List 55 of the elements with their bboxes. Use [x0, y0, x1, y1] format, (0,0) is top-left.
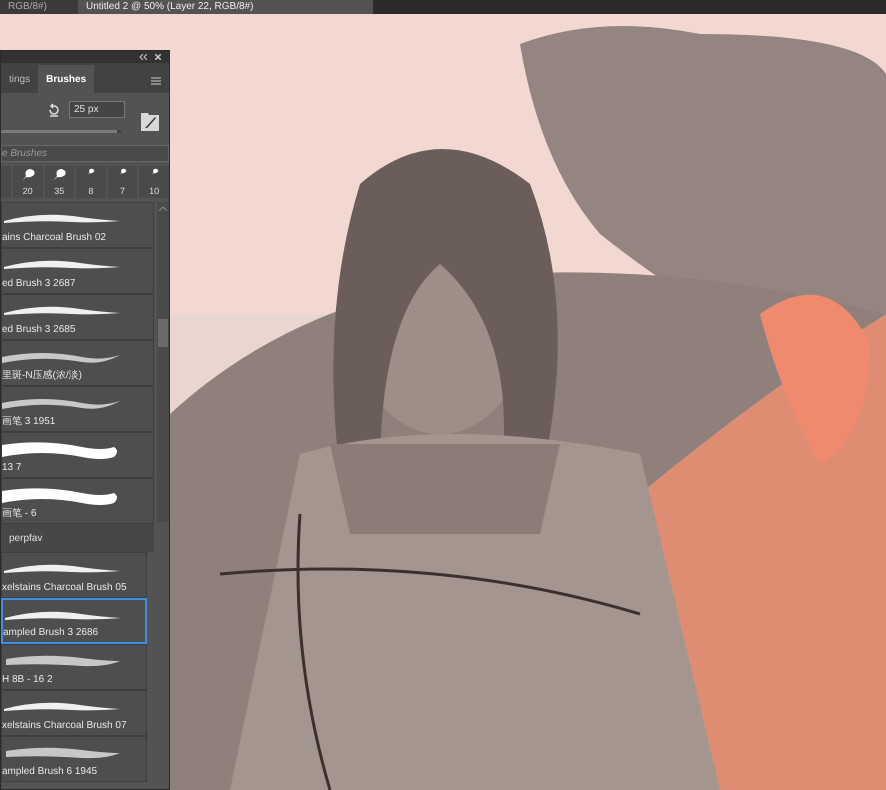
brush-name: H 8B - 16 2 — [2, 675, 54, 685]
brush-tip[interactable]: 7 — [108, 166, 138, 198]
panel-tab[interactable]: Brushes — [38, 65, 94, 93]
brush-tip-icon — [51, 168, 68, 182]
brush-preset[interactable]: ampled Brush 6 1945 — [1, 736, 147, 782]
collapse-icon[interactable] — [139, 54, 147, 60]
brush-preset[interactable]: ed Brush 3 2687 — [1, 248, 154, 294]
document-tab[interactable]: RGB/8#) — [0, 0, 78, 14]
brush-tip-icon — [118, 168, 128, 176]
scroll-up-icon[interactable] — [159, 206, 167, 211]
brush-tip-size: 10 — [149, 187, 160, 196]
brush-name: 画笔 3 1951 — [2, 417, 56, 427]
brush-tip-size: 20 — [22, 187, 33, 196]
brush-name: ed Brush 3 2685 — [2, 325, 76, 335]
scroll-thumb[interactable] — [158, 319, 168, 347]
panel-tab[interactable]: tings — [1, 65, 38, 93]
brush-name: 画笔 - 6 — [2, 509, 38, 519]
tab-title: RGB/8#) — [8, 2, 47, 12]
scrollbar[interactable] — [157, 202, 169, 522]
menu-icon[interactable] — [151, 77, 161, 85]
brush-tip[interactable]: 8 — [76, 166, 106, 198]
size-field[interactable]: 25 px — [69, 101, 125, 118]
brush-preset[interactable]: 画笔 3 1951 — [1, 386, 154, 432]
brush-name: ains Charcoal Brush 02 — [2, 233, 107, 243]
brush-name: ampled Brush 3 2686 — [3, 628, 100, 638]
brush-preset[interactable]: ed Brush 3 2685 — [1, 294, 154, 340]
brush-tip-icon — [20, 168, 36, 182]
document-tab[interactable]: Untitled 2 @ 50% (Layer 22, RGB/8#) — [78, 0, 373, 14]
tab-title: Untitled 2 @ 50% (Layer 22, RGB/8#) — [86, 2, 254, 12]
brush-preset[interactable]: xelstains Charcoal Brush 07 — [1, 690, 147, 736]
brush-preset[interactable]: ampled Brush 3 2686 — [1, 598, 147, 644]
brush-preset[interactable]: H 8B - 16 2 — [1, 644, 147, 690]
brush-tip-size: 8 — [88, 187, 94, 196]
brush-preset[interactable]: 13 7 — [1, 432, 154, 478]
brush-preset[interactable]: ains Charcoal Brush 02 — [1, 202, 154, 248]
close-icon[interactable] — [155, 54, 161, 60]
brush-tip[interactable]: 35 — [44, 166, 74, 198]
brush-name: 里斑-N压感(浓/淡) — [2, 371, 83, 381]
brush-name: 13 7 — [2, 463, 22, 473]
brush-name: xelstains Charcoal Brush 07 — [2, 721, 128, 731]
brush-preset[interactable]: 里斑-N压感(浓/淡) — [1, 340, 154, 386]
brush-tip-size: 7 — [120, 187, 126, 196]
brush-group-header[interactable]: perpfav — [1, 524, 154, 552]
brush-name: xelstains Charcoal Brush 05 — [2, 583, 128, 593]
brush-name: ed Brush 3 2687 — [2, 279, 76, 289]
reset-icon[interactable] — [47, 102, 61, 116]
brush-tip[interactable]: 20 — [12, 166, 42, 198]
brush-preset[interactable]: xelstains Charcoal Brush 05 — [1, 552, 147, 598]
brush-tip-size: 35 — [54, 187, 64, 196]
new-brush-icon[interactable] — [141, 113, 159, 131]
brush-tip[interactable]: 10 — [139, 166, 169, 198]
brush-tip-icon — [150, 168, 159, 176]
brush-preset[interactable]: 画笔 - 6 — [1, 478, 154, 524]
brush-name: ampled Brush 6 1945 — [2, 767, 98, 777]
brush-tip-icon — [86, 168, 96, 176]
